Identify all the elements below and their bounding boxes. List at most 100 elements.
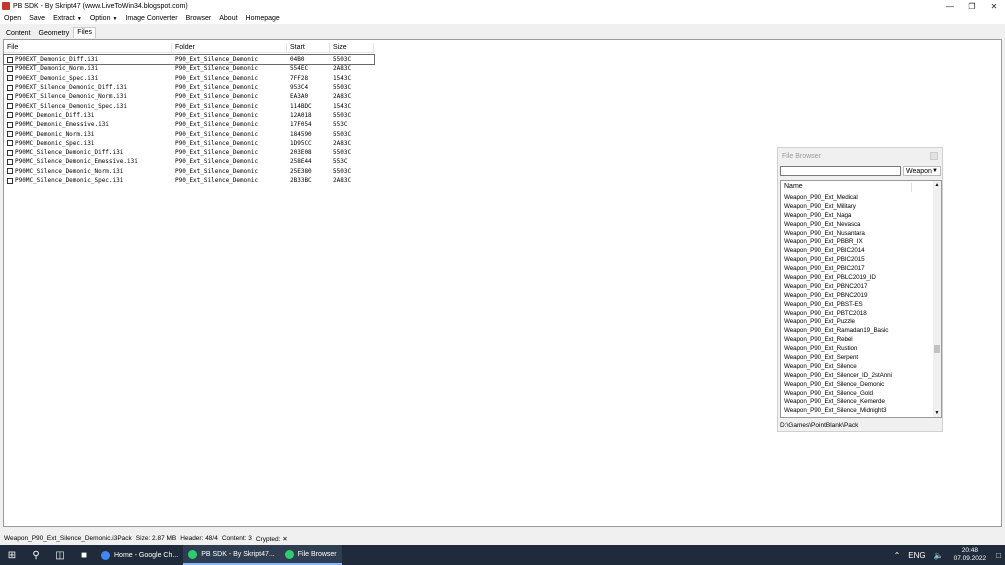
column-header-start[interactable]: Start [287,43,330,52]
list-item[interactable]: Weapon_P90_Ext_PBNC2017 [784,283,892,292]
menu-open[interactable]: Open [0,15,25,22]
scroll-thumb[interactable] [934,345,940,353]
list-item[interactable]: Weapon_P90_Ext_Silence_Demonic [784,381,892,390]
taskbar-app[interactable]: File Browser [279,545,342,565]
table-row[interactable]: P90MC_Demonic_Norm.i3i P90_Ext_Silence_De… [4,129,374,138]
tab-content[interactable]: Content [2,28,35,38]
file-browser-list[interactable]: Name Weapon_P90_Ext_Medical Weapon_P90_Ex… [780,180,942,418]
task-view-icon[interactable]: ◫ [48,545,72,565]
row-checkbox[interactable] [7,75,13,82]
list-item[interactable]: Weapon_P90_Ext_PBLC2019_ID [784,274,892,283]
table-row[interactable]: P90MC_Demonic_Emessive.i3i P90_Ext_Silenc… [4,120,374,129]
tab-geometry[interactable]: Geometry [35,28,74,38]
tray-chevron-up-icon[interactable]: ⌃ [894,551,901,560]
row-checkbox[interactable] [7,168,13,175]
notification-icon[interactable]: □ [996,551,1001,560]
list-item[interactable]: Weapon_P90_Ext_Silence [784,363,892,372]
table-row[interactable]: P90EXT_Silence_Demonic_Spec.i3i P90_Ext_S… [4,101,374,110]
row-checkbox[interactable] [7,93,13,100]
file-explorer-icon[interactable]: ■ [72,545,96,565]
column-header-folder[interactable]: Folder [172,43,287,52]
row-checkbox[interactable] [7,140,13,147]
menu-image-converter[interactable]: Image Converter [121,15,181,22]
table-row[interactable]: P90MC_Silence_Demonic_Spec.i3i P90_Ext_Si… [4,176,374,185]
list-item[interactable]: Weapon_P90_Ext_Rebel [784,336,892,345]
search-icon[interactable]: ⚲ [24,545,48,565]
list-scrollbar[interactable]: ▲ ▼ [933,181,941,417]
list-item[interactable]: Weapon_P90_Ext_Silence_Gold [784,390,892,399]
list-item[interactable]: Weapon_P90_Ext_PBNC2019 [784,292,892,301]
scroll-up-icon[interactable]: ▲ [933,181,941,189]
table-row[interactable]: P90EXT_Silence_Demonic_Norm.i3i P90_Ext_S… [4,92,374,101]
menu-save[interactable]: Save [25,15,49,22]
list-item[interactable]: Weapon_P90_Ext_Ramadan19_Basic [784,327,892,336]
table-row[interactable]: P90MC_Silence_Demonic_Emessive.i3i P90_Ex… [4,157,374,166]
tab-files[interactable]: Files [73,27,97,38]
menu-homepage[interactable]: Homepage [242,15,284,22]
maximize-button[interactable]: ❐ [961,0,983,12]
row-checkbox[interactable] [7,112,13,119]
list-item[interactable]: Weapon_P90_Ext_Naga [784,212,892,221]
list-item[interactable]: Weapon_P90_Ext_Military [784,203,892,212]
size-cell: 2A83C [333,139,352,147]
list-item[interactable]: Weapon_P90_Ext_Silence_Midnight3 [784,407,892,416]
file-name: P90MC_Silence_Demonic_Spec.i3i [15,177,124,184]
menu-browser[interactable]: Browser [182,15,216,22]
table-row[interactable]: P90MC_Demonic_Spec.i3i P90_Ext_Silence_De… [4,139,374,148]
list-item[interactable]: Weapon_P90_Ext_PBIC2015 [784,256,892,265]
row-checkbox[interactable] [7,149,13,156]
category-dropdown[interactable]: Weapon ▼ [903,166,941,176]
file-name: P90MC_Demonic_Diff.i3i [15,111,95,119]
table-header: File Folder Start Size [4,43,374,53]
windows-start-icon[interactable]: ⊞ [0,545,24,565]
list-column-header-name[interactable]: Name [784,183,912,192]
list-item[interactable]: Weapon_P90_Ext_PBBR_IX [784,238,892,247]
table-row[interactable]: P90MC_Silence_Demonic_Diff.i3i P90_Ext_Si… [4,148,374,157]
column-header-file[interactable]: File [4,43,172,52]
table-row[interactable]: P90MC_Demonic_Diff.i3i P90_Ext_Silence_De… [4,111,374,120]
file-browser-search-input[interactable] [780,166,901,176]
list-item[interactable]: Weapon_P90_Ext_PBIC2014 [784,247,892,256]
table-row[interactable]: P90MC_Silence_Demonic_Norm.i3i P90_Ext_Si… [4,167,374,176]
menu-extract[interactable]: Extract ▼ [49,15,86,22]
taskbar-app-label: PB SDK - By Skript47... [201,550,275,558]
list-item[interactable]: Weapon_P90_Ext_Puzzle [784,318,892,327]
list-item[interactable]: Weapon_P90_Ext_Serpent [784,354,892,363]
row-checkbox[interactable] [7,177,13,184]
list-item[interactable]: Weapon_P90_Ext_Nevasca [784,221,892,230]
row-checkbox[interactable] [7,158,13,165]
row-checkbox[interactable] [7,121,13,128]
file-name: P90EXT_Silence_Demonic_Spec.i3i [15,102,127,110]
clock[interactable]: 20:48 07.09.2022 [954,547,987,563]
row-checkbox[interactable] [7,131,13,138]
minimize-button[interactable]: — [939,0,961,12]
row-checkbox[interactable] [7,103,13,110]
list-item[interactable]: Weapon_P90_Ext_Nusantara [784,230,892,239]
table-row[interactable]: P90EXT_Demonic_Spec.i3i P90_Ext_Silence_D… [4,74,374,83]
menu-option[interactable]: Option ▼ [86,15,122,22]
list-item[interactable]: Weapon_P90_Ext_Rustion [784,345,892,354]
table-row[interactable]: P90EXT_Demonic_Norm.i3i P90_Ext_Silence_D… [4,64,374,73]
list-item[interactable]: Weapon_P90_Ext_Silence_Kemerde [784,398,892,407]
list-item[interactable]: Weapon_P90_Ext_PBST-ES [784,301,892,310]
file-cell: P90EXT_Silence_Demonic_Norm.i3i [4,93,172,100]
file-browser-close-button[interactable] [930,152,938,160]
taskbar-app[interactable]: PB SDK - By Skript47... [183,545,280,565]
language-indicator[interactable]: ENG [908,551,925,560]
list-item[interactable]: Weapon_P90_Ext_PBIC2017 [784,265,892,274]
close-button[interactable]: ✕ [983,0,1005,12]
column-header-size[interactable]: Size [330,43,374,52]
row-checkbox[interactable] [7,84,13,91]
row-checkbox[interactable] [7,56,13,63]
scroll-down-icon[interactable]: ▼ [933,409,941,417]
start-cell: 953C4 [290,84,309,92]
menu-about[interactable]: About [215,15,241,22]
speaker-icon[interactable]: 🔈 [934,551,944,560]
table-row[interactable]: P90EXT_Demonic_Diff.i3i P90_Ext_Silence_D… [3,53,375,66]
row-checkbox[interactable] [7,65,13,72]
list-item[interactable]: Weapon_P90_Ext_PBTC2018 [784,310,892,319]
taskbar-app[interactable]: Home - Google Ch... [96,545,183,565]
list-item[interactable]: Weapon_P90_Ext_Silencer_ID_2stAnni [784,372,892,381]
table-row[interactable]: P90EXT_Silence_Demonic_Diff.i3i P90_Ext_S… [4,83,374,92]
list-item[interactable]: Weapon_P90_Ext_Medical [784,194,892,203]
